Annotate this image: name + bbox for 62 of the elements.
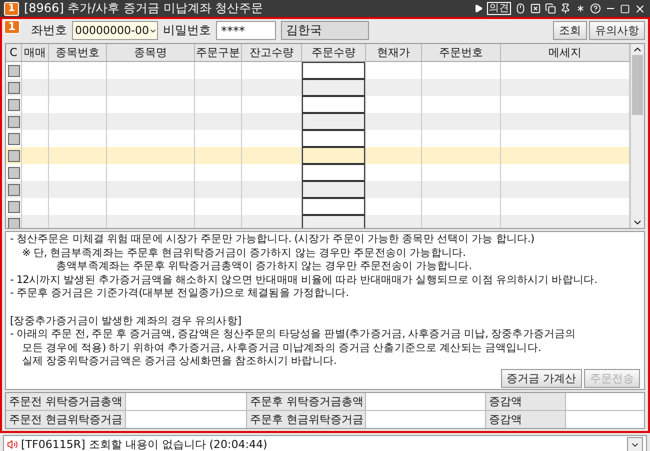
- note-text: 모든 경우에 적용) 하기 위하여 추가증거금, 사후증거금 미납계좌의 증거금 산출기준으로 계산되는 금액입니다.: [21, 342, 542, 355]
- table-cell: [195, 79, 242, 96]
- window-badge: 1: [4, 2, 19, 16]
- password-label: 비밀번호: [163, 22, 211, 39]
- table-cell: [49, 215, 107, 228]
- table-cell: [195, 147, 242, 164]
- note-text: ※ 단, 현금부족계좌는 주문후 현금위탁증거금이 증가하지 않는 경우만 주문전송이 가능합니다.: [21, 246, 467, 260]
- summary-label: 증감액: [486, 392, 564, 410]
- password-field[interactable]: ****: [216, 21, 276, 40]
- scrollbar[interactable]: [630, 44, 644, 228]
- column-header: 현재가: [366, 44, 422, 62]
- note-text: - 청산주문은 미체결 위험 때문에 시장가 주문만 가능합니다. (시장가 주문이 가능한 종목만 선택이 가능 합니다.): [10, 233, 536, 246]
- note-text: 실제 장중위탁증거금액은 증거금 상세화면을 참조하시기 바랍니다.: [21, 355, 338, 368]
- status-message: [TF06115R] 조회할 내용이 없습니다 (20:04:44): [21, 437, 268, 451]
- checkbox[interactable]: [8, 218, 20, 228]
- table-cell: [195, 181, 242, 198]
- note-text: [장중추가증거금이 발생한 계좌의 경우 유의사항]: [10, 314, 242, 328]
- table-cell: [49, 181, 107, 198]
- table-cell: [49, 147, 107, 164]
- close-icon[interactable]: [634, 2, 646, 14]
- box-x-icon[interactable]: [530, 3, 541, 14]
- column-header: 주문번호: [422, 44, 501, 62]
- column-header: 잔고수량: [242, 44, 302, 62]
- toolbar-button[interactable]: 유의사항: [589, 21, 645, 40]
- column-header: 주문구분: [195, 44, 242, 62]
- column-header: 주문수량: [302, 44, 366, 62]
- window-title: [8966] 추가/사후 증거금 미납계좌 청산주문: [24, 0, 264, 17]
- account-name-field: 김한국: [281, 21, 369, 40]
- column-header: 종목명: [107, 44, 195, 62]
- table-cell: [195, 113, 242, 130]
- summary-label: 주문전 현금위탁증거금: [6, 410, 125, 428]
- column-header: C: [6, 44, 22, 62]
- speaker-icon: [7, 439, 18, 450]
- toolbar-button[interactable]: 조회: [553, 21, 587, 40]
- summary-label: 주문후 현금위탁증거금: [247, 410, 365, 428]
- summary-label: 증감액: [486, 410, 564, 428]
- maximize-icon[interactable]: [620, 4, 630, 14]
- tool-button[interactable]: 의견: [487, 2, 511, 15]
- row-check-cell[interactable]: [6, 215, 22, 228]
- table-cell: [49, 113, 107, 130]
- pin-icon[interactable]: [560, 3, 571, 14]
- column-header: 메세지: [501, 44, 630, 62]
- screen-badge: 1: [4, 20, 20, 34]
- play-icon[interactable]: [474, 4, 483, 13]
- account-label: 좌번호: [31, 22, 67, 39]
- account-select[interactable]: 00000000-00: [72, 21, 158, 40]
- table-cell: [49, 79, 107, 96]
- column-header: 종목번호: [49, 44, 107, 62]
- action-button[interactable]: 증거금 가계산: [500, 368, 582, 388]
- windows-icon[interactable]: [545, 3, 556, 14]
- asterisk-icon[interactable]: [575, 3, 586, 14]
- mouse-icon[interactable]: [515, 3, 526, 14]
- note-text: - 12시까지 발생된 추가증거금액을 해소하지 않으면 반대매매 비율에 따라 반대매매가 실행되므로 이점 유의하시기 바랍니다.: [10, 274, 598, 287]
- dropdown-button[interactable]: [627, 436, 643, 451]
- column-header: 매매: [22, 44, 49, 62]
- summary-label: 주문전 위탁증거금총액: [6, 392, 125, 410]
- note-text: - 주문후 증거금은 기준가격(대부분 전일종가)으로 체결됨을 가정합니다.: [10, 287, 350, 300]
- note-text: - 아래의 주문 전, 주문 후 증거금액, 증감액은 청산주문의 타당성을 판별(추가증거금, 사후증거금 미납, 장중추가증거금의: [10, 328, 577, 342]
- note-text: 총액부족계좌는 주문후 위탁증거금총액이 증가하지 않는 경우만 주문전송이 가능합니다.: [55, 260, 473, 274]
- summary-label: 주문후 위탁증거금총액: [247, 392, 365, 410]
- table-cell: [195, 215, 242, 228]
- help-icon[interactable]: [590, 3, 601, 14]
